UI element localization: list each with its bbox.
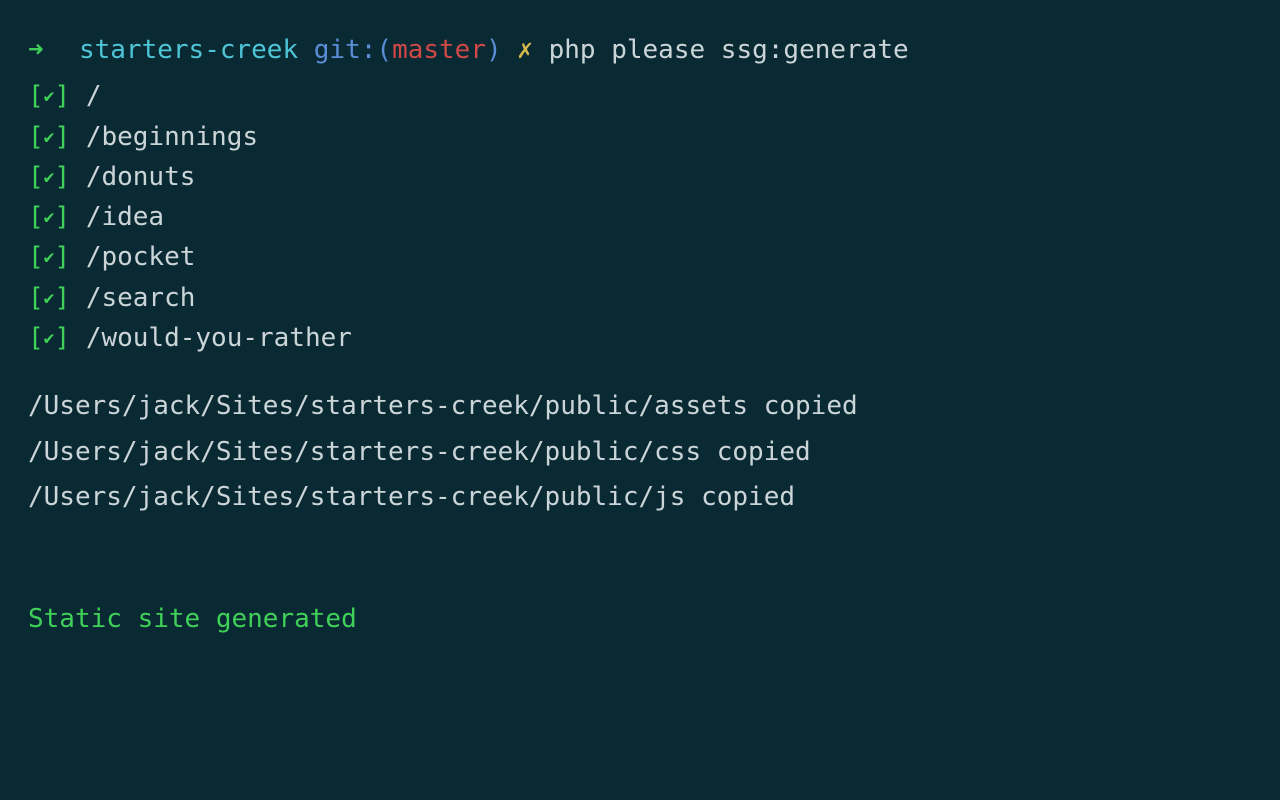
check-icon: ✔ xyxy=(44,83,55,111)
check-bracket-open: [ xyxy=(28,318,44,358)
route-line: [✔] /beginnings xyxy=(28,117,1252,157)
check-bracket-open: [ xyxy=(28,76,44,116)
check-bracket-open: [ xyxy=(28,117,44,157)
prompt-spacer xyxy=(48,30,79,70)
check-bracket-open: [ xyxy=(28,197,44,237)
check-bracket-open: [ xyxy=(28,278,44,318)
check-bracket-open: [ xyxy=(28,157,44,197)
check-icon: ✔ xyxy=(44,244,55,272)
prompt-spacer xyxy=(533,30,549,70)
route-spacer xyxy=(70,197,86,237)
prompt-git-branch: master xyxy=(392,30,486,70)
copied-line: /Users/jack/Sites/starters-creek/public/… xyxy=(28,384,1252,430)
prompt-spacer xyxy=(298,30,314,70)
route-spacer xyxy=(70,237,86,277)
route-line: [✔] /donuts xyxy=(28,157,1252,197)
prompt-command: php please ssg:generate xyxy=(549,30,909,70)
prompt-git-paren-close: ) xyxy=(486,30,502,70)
prompt-git-paren-open: ( xyxy=(376,30,392,70)
check-bracket-open: [ xyxy=(28,237,44,277)
prompt-git-label: git: xyxy=(314,30,377,70)
check-bracket-close: ] xyxy=(55,157,71,197)
route-line: [✔] /search xyxy=(28,278,1252,318)
status-message: Static site generated xyxy=(28,599,1252,639)
check-bracket-close: ] xyxy=(55,318,71,358)
copied-line: /Users/jack/Sites/starters-creek/public/… xyxy=(28,430,1252,476)
check-icon: ✔ xyxy=(44,164,55,192)
route-spacer xyxy=(70,117,86,157)
check-icon: ✔ xyxy=(44,124,55,152)
route-line: [✔] /idea xyxy=(28,197,1252,237)
route-spacer xyxy=(70,318,86,358)
route-line: [✔] / xyxy=(28,76,1252,116)
check-bracket-close: ] xyxy=(55,197,71,237)
prompt-dirty-icon: ✗ xyxy=(517,30,533,70)
route-spacer xyxy=(70,278,86,318)
route-path: /idea xyxy=(86,197,164,237)
check-icon: ✔ xyxy=(44,204,55,232)
copied-line: /Users/jack/Sites/starters-creek/public/… xyxy=(28,475,1252,521)
route-path: /search xyxy=(86,278,196,318)
status-section: Static site generated xyxy=(28,599,1252,639)
check-bracket-close: ] xyxy=(55,237,71,277)
route-path: /would-you-rather xyxy=(86,318,352,358)
check-icon: ✔ xyxy=(44,325,55,353)
route-path: /donuts xyxy=(86,157,196,197)
route-path: /beginnings xyxy=(86,117,258,157)
route-path: /pocket xyxy=(86,237,196,277)
check-bracket-close: ] xyxy=(55,278,71,318)
copied-list: /Users/jack/Sites/starters-creek/public/… xyxy=(28,384,1252,521)
route-line: [✔] /pocket xyxy=(28,237,1252,277)
check-bracket-close: ] xyxy=(55,76,71,116)
check-icon: ✔ xyxy=(44,285,55,313)
check-bracket-close: ] xyxy=(55,117,71,157)
route-path: / xyxy=(86,76,102,116)
prompt-spacer xyxy=(502,30,518,70)
route-spacer xyxy=(70,157,86,197)
prompt-arrow-icon: ➜ xyxy=(28,30,44,70)
shell-prompt-line[interactable]: ➜ starters-creek git:(master) ✗ php plea… xyxy=(28,30,1252,70)
routes-list: [✔] / [✔] /beginnings [✔] /donuts [✔] /i… xyxy=(28,76,1252,358)
route-line: [✔] /would-you-rather xyxy=(28,318,1252,358)
route-spacer xyxy=(70,76,86,116)
prompt-dirname: starters-creek xyxy=(79,30,298,70)
